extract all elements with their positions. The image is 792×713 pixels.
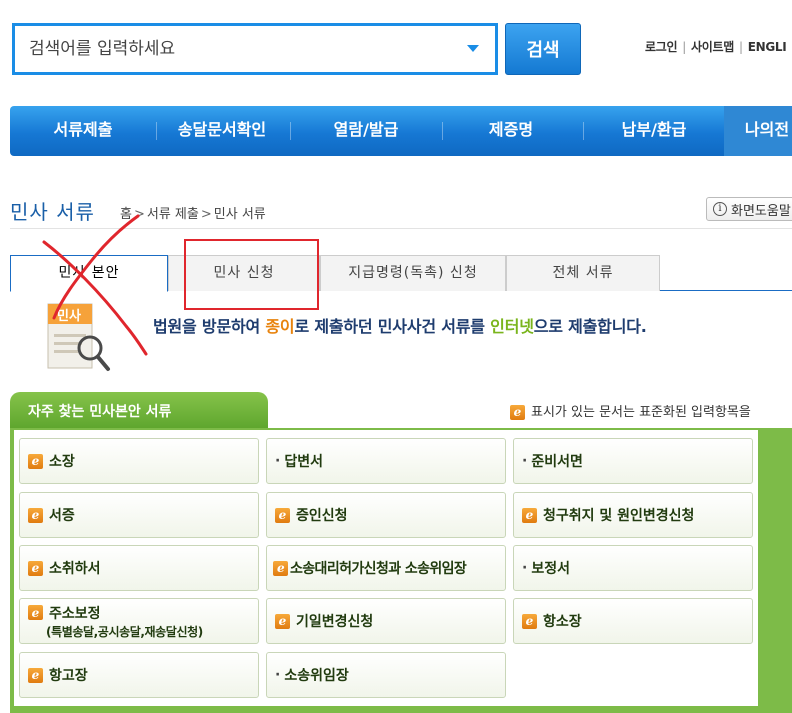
login-link[interactable]: 로그인 bbox=[645, 40, 678, 54]
nav-item-payment-refund[interactable]: 납부/환급 bbox=[584, 106, 724, 156]
frequent-panel-title: 자주 찾는 민사본안 서류 bbox=[28, 404, 172, 420]
doc-appeal[interactable]: e 항소장 bbox=[513, 598, 753, 644]
nav-item-document-submit[interactable]: 서류제출 bbox=[10, 106, 156, 156]
doc-complaint[interactable]: e 소장 bbox=[19, 438, 259, 484]
doc-claim-change-application[interactable]: e 청구취지 및 원인변경신청 bbox=[513, 492, 753, 538]
doc-date-change[interactable]: e 기일변경신청 bbox=[266, 598, 506, 644]
breadcrumb-separator: > bbox=[133, 207, 145, 222]
tab-civil-main[interactable]: 민사 본안 bbox=[10, 255, 168, 292]
intro-part-2: 로 제출하던 민사사건 서류를 bbox=[294, 317, 491, 336]
doc-answer[interactable]: · 답변서 bbox=[266, 438, 506, 484]
breadcrumb-home[interactable]: 홈 bbox=[120, 207, 132, 222]
chevron-down-icon[interactable] bbox=[467, 45, 479, 52]
search-input[interactable] bbox=[15, 26, 455, 72]
icon-label: 민사 bbox=[57, 308, 81, 324]
doc-power-of-attorney[interactable]: · 소송위임장 bbox=[266, 652, 506, 698]
doc-withdrawal[interactable]: e 소취하서 bbox=[19, 545, 259, 591]
page-title: 민사 서류 bbox=[10, 200, 95, 224]
nav-item-service-check[interactable]: 송달문서확인 bbox=[157, 106, 287, 156]
e-form-icon: e bbox=[28, 453, 43, 469]
breadcrumb-civil-documents: 민사 서류 bbox=[213, 207, 266, 222]
doc-label: 소송위임장 bbox=[284, 668, 349, 684]
breadcrumb-separator: > bbox=[200, 207, 212, 222]
legend-text: 표시가 있는 문서는 표준화된 입력항목을 bbox=[531, 405, 751, 420]
search-button[interactable]: 검색 bbox=[505, 23, 581, 75]
doc-documentary-evidence[interactable]: e 서증 bbox=[19, 492, 259, 538]
doc-label: 준비서면 bbox=[531, 454, 583, 470]
intro-text: 법원을 방문하여 종이로 제출하던 민사사건 서류를 인터넷으로 제출합니다. bbox=[153, 313, 647, 337]
divider bbox=[10, 228, 792, 229]
doc-label: 항고장 bbox=[49, 668, 88, 684]
bullet-icon: · bbox=[275, 453, 281, 469]
e-form-icon: e bbox=[275, 507, 290, 523]
nav-item-my[interactable]: 나의전 bbox=[724, 106, 792, 156]
doc-label: 소취하서 bbox=[49, 561, 101, 577]
doc-litigation-agent-permission[interactable]: e 소송대리허가신청과 소송위임장 bbox=[266, 545, 506, 591]
divider: | bbox=[738, 40, 743, 54]
bullet-icon: · bbox=[275, 667, 281, 683]
bullet-icon: · bbox=[522, 453, 528, 469]
e-form-icon: e bbox=[510, 404, 525, 420]
intro-part-3: 으로 제출합니다. bbox=[533, 317, 647, 336]
screen-help-button[interactable]: i 화면도움말 bbox=[706, 197, 792, 221]
tab-all-documents[interactable]: 전체 서류 bbox=[506, 255, 660, 291]
e-form-icon: e bbox=[275, 613, 290, 629]
e-form-icon: e bbox=[522, 613, 537, 629]
info-icon: i bbox=[713, 202, 727, 216]
sitemap-link[interactable]: 사이트맵 bbox=[691, 40, 734, 54]
doc-label: 소송대리허가신청과 소송위임장 bbox=[290, 561, 467, 577]
breadcrumb-document-submit[interactable]: 서류 제출 bbox=[147, 207, 199, 222]
doc-correction[interactable]: · 보정서 bbox=[513, 545, 753, 591]
doc-label: 항소장 bbox=[543, 614, 582, 630]
utility-links: 로그인 | 사이트맵 | ENGLI bbox=[645, 38, 787, 55]
e-form-icon: e bbox=[28, 507, 43, 523]
doc-label: 기일변경신청 bbox=[296, 614, 374, 630]
doc-label: 청구취지 및 원인변경신청 bbox=[543, 508, 695, 524]
breadcrumb: 홈 > 서류 제출 > 민사 서류 bbox=[120, 203, 266, 222]
doc-label: 답변서 bbox=[284, 454, 323, 470]
bullet-icon: · bbox=[522, 560, 528, 576]
nav-item-view-issue[interactable]: 열람/발급 bbox=[291, 106, 441, 156]
doc-label: 증인신청 bbox=[296, 508, 348, 524]
e-form-icon: e bbox=[273, 560, 288, 576]
e-form-icon: e bbox=[28, 560, 43, 576]
global-nav: 서류제출 송달문서확인 열람/발급 제증명 납부/환급 나의전 bbox=[10, 106, 792, 156]
e-form-icon: e bbox=[28, 667, 43, 683]
english-link[interactable]: ENGLI bbox=[748, 40, 787, 54]
doc-label: 서증 bbox=[49, 508, 75, 524]
search-box[interactable] bbox=[12, 23, 498, 75]
intro-highlight-paper: 종이 bbox=[265, 317, 295, 336]
legend: e 표시가 있는 문서는 표준화된 입력항목을 bbox=[510, 401, 751, 420]
doc-label: 주소보정 bbox=[49, 605, 101, 622]
intro-part-1: 법원을 방문하여 bbox=[153, 317, 266, 336]
doc-label: 소장 bbox=[49, 454, 75, 470]
doc-complaint-appeal[interactable]: e 항고장 bbox=[19, 652, 259, 698]
nav-item-certificates[interactable]: 제증명 bbox=[443, 106, 579, 156]
doc-sublabel: (특별송달,공시송달,재송달신청) bbox=[46, 624, 203, 639]
tab-payment-order[interactable]: 지급명령(독촉) 신청 bbox=[320, 255, 506, 291]
doc-label: 보정서 bbox=[531, 561, 570, 577]
intro-highlight-internet: 인터넷 bbox=[490, 317, 534, 336]
civil-document-icon: 민사 bbox=[47, 303, 110, 371]
doc-preparatory-brief[interactable]: · 준비서면 bbox=[513, 438, 753, 484]
doc-witness-application[interactable]: e 증인신청 bbox=[266, 492, 506, 538]
divider: | bbox=[682, 40, 686, 54]
doc-address-correction[interactable]: e 주소보정 (특별송달,공시송달,재송달신청) bbox=[19, 598, 259, 644]
e-form-icon: e bbox=[522, 507, 537, 523]
help-label: 화면도움말 bbox=[731, 203, 791, 219]
e-form-icon: e bbox=[28, 605, 43, 620]
annotation-box bbox=[184, 239, 319, 310]
